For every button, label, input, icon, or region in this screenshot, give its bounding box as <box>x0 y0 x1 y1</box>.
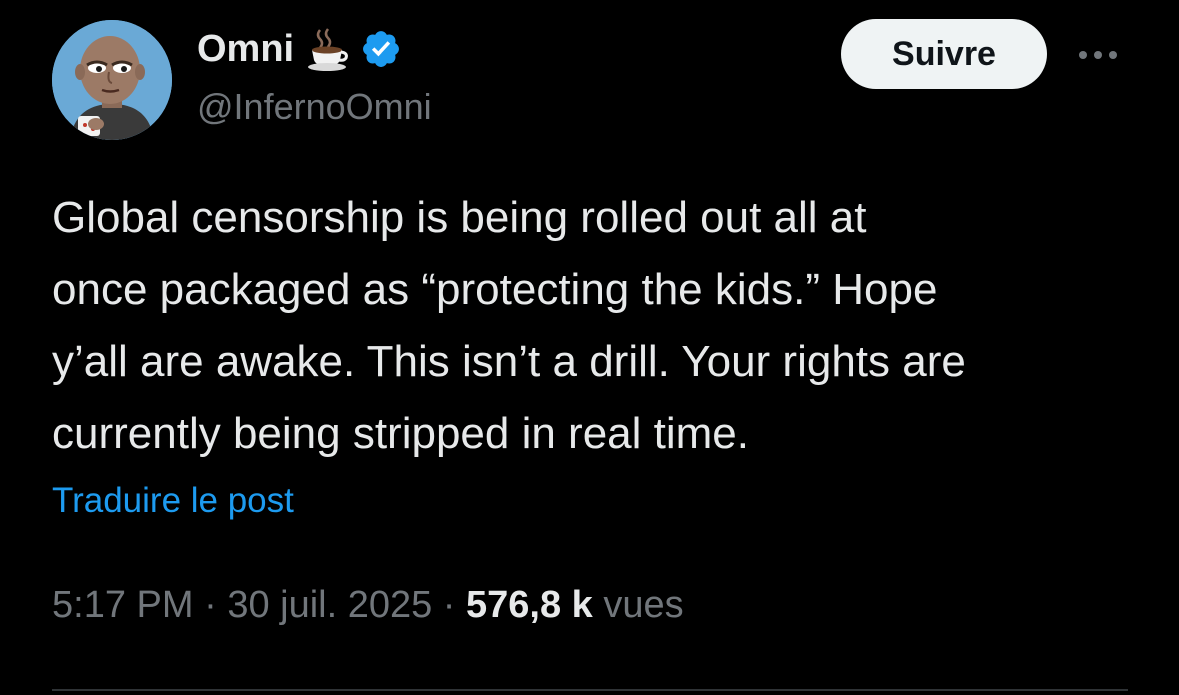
cartoon-bald-man-with-coffee-avatar <box>52 20 172 140</box>
post-text-line: currently being stripped in real time. <box>52 409 749 458</box>
more-options-button[interactable] <box>1070 38 1126 72</box>
more-horizontal-icon <box>1109 51 1117 59</box>
post-text-line: once packaged as “protecting the kids.” … <box>52 265 938 314</box>
tweet: Omni @InfernoOmni Suivre Global censorsh… <box>0 0 1179 695</box>
post-text-line: y’all are awake. This isn’t a drill. You… <box>52 337 966 386</box>
more-horizontal-icon <box>1079 51 1087 59</box>
meta-separator: · <box>193 584 228 626</box>
author-handle[interactable]: @InfernoOmni <box>197 86 432 128</box>
author-name-row: Omni <box>197 26 402 72</box>
translate-post-link[interactable]: Traduire le post <box>52 481 294 521</box>
avatar[interactable] <box>52 20 172 140</box>
views-label: vues <box>603 584 684 626</box>
more-horizontal-icon <box>1094 51 1102 59</box>
meta-separator: · <box>432 584 467 626</box>
hot-coffee-icon <box>304 26 350 72</box>
follow-button[interactable]: Suivre <box>841 19 1047 89</box>
post-date[interactable]: 30 juil. 2025 <box>227 584 432 626</box>
divider <box>52 689 1128 691</box>
post-text: Global censorship is being rolled out al… <box>52 182 1152 470</box>
author-display-name[interactable]: Omni <box>197 28 294 71</box>
post-text-line: Global censorship is being rolled out al… <box>52 193 867 242</box>
post-time[interactable]: 5:17 PM <box>52 584 194 626</box>
views-count: 576,8 k <box>466 584 593 626</box>
verified-badge-icon[interactable] <box>360 28 402 70</box>
post-meta: 5:17 PM · 30 juil. 2025 · 576,8 k vues <box>52 584 684 627</box>
